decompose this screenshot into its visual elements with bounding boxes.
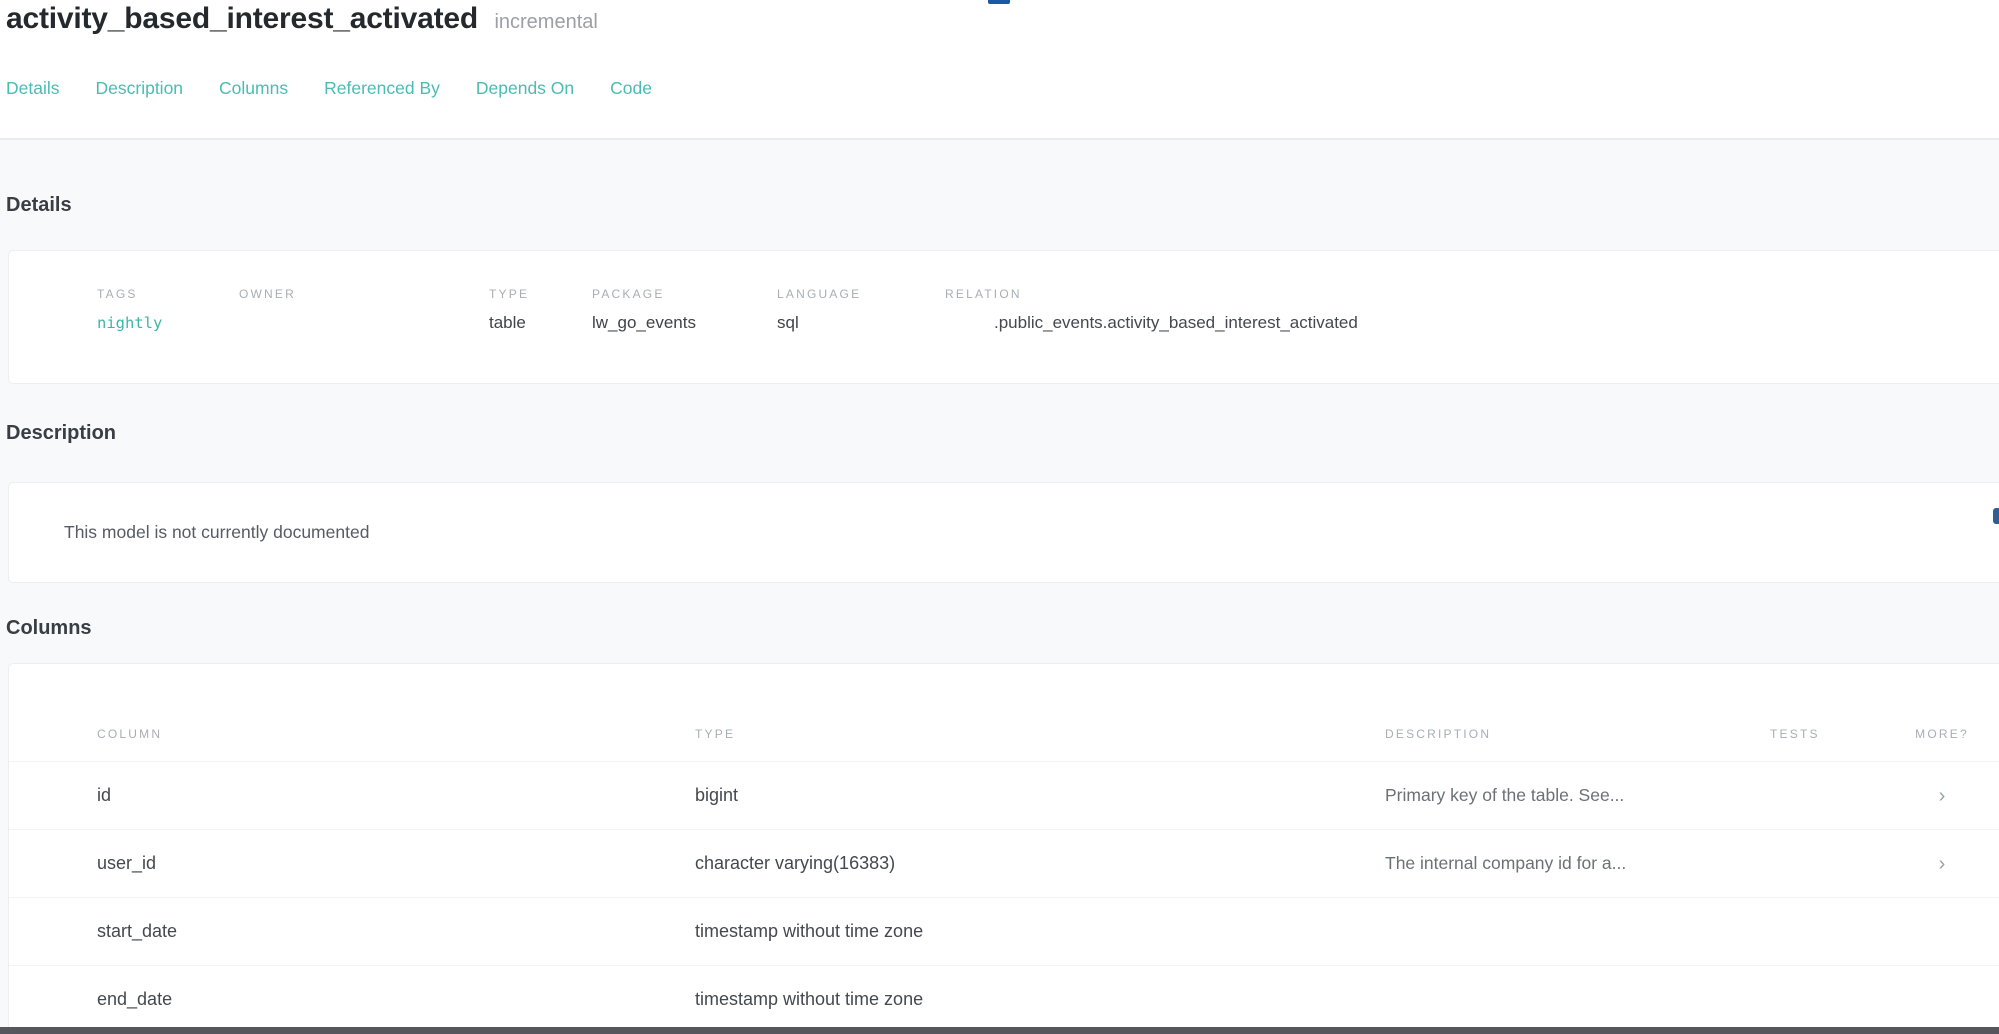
column-header-description: DESCRIPTION: [1385, 727, 1770, 741]
column-name-cell: user_id: [97, 853, 695, 874]
column-description-cell: Primary key of the table. See...: [1385, 785, 1770, 806]
column-header-more: MORE?: [1897, 727, 1987, 741]
language-value: sql: [777, 312, 945, 334]
description-card: This model is not currently documented: [8, 482, 1999, 583]
page-title: activity_based_interest_activated: [6, 2, 478, 35]
column-type-cell: bigint: [695, 785, 1385, 806]
column-header-type: TYPE: [695, 727, 1385, 741]
detail-field-tags: TAGS nightly: [97, 287, 239, 383]
relation-value: .public_events.activity_based_interest_a…: [945, 312, 1358, 334]
columns-card: COLUMN TYPE DESCRIPTION TESTS MORE? id b…: [8, 663, 1999, 1034]
column-header-column: COLUMN: [97, 727, 695, 741]
expand-chevron-icon[interactable]: ›: [1897, 854, 1987, 874]
details-card: TAGS nightly OWNER TYPE table PACKAGE lw…: [8, 250, 1999, 384]
tab-columns[interactable]: Columns: [219, 76, 288, 100]
type-label: TYPE: [489, 287, 592, 301]
materialization-badge: incremental: [494, 11, 597, 33]
table-row-start-date[interactable]: start_date timestamp without time zone: [9, 897, 1999, 965]
columns-table-header: COLUMN TYPE DESCRIPTION TESTS MORE?: [9, 664, 1999, 761]
page-header: activity_based_interest_activated increm…: [6, 0, 598, 38]
tag-nightly-link[interactable]: nightly: [97, 312, 239, 334]
expand-chevron-icon[interactable]: ›: [1897, 786, 1987, 806]
table-row-end-date[interactable]: end_date timestamp without time zone: [9, 965, 1999, 1033]
description-placeholder-text: This model is not currently documented: [64, 522, 369, 543]
tab-code[interactable]: Code: [610, 76, 652, 100]
column-description-cell: The internal company id for a...: [1385, 853, 1770, 874]
window-bottom-edge: [0, 1027, 1999, 1034]
tab-description[interactable]: Description: [96, 76, 184, 100]
tab-details[interactable]: Details: [6, 76, 60, 100]
detail-field-relation: RELATION .public_events.activity_based_i…: [945, 287, 1358, 383]
column-name-cell: id: [97, 785, 695, 806]
detail-field-owner: OWNER: [239, 287, 489, 383]
column-type-cell: timestamp without time zone: [695, 989, 1385, 1010]
tab-bar: Details Description Columns Referenced B…: [6, 76, 652, 100]
table-row-id[interactable]: id bigint Primary key of the table. See.…: [9, 761, 1999, 829]
columns-section-heading: Columns: [6, 617, 92, 640]
detail-field-package: PACKAGE lw_go_events: [592, 287, 777, 383]
relation-label: RELATION: [945, 287, 1358, 301]
package-label: PACKAGE: [592, 287, 777, 301]
tab-referenced-by[interactable]: Referenced By: [324, 76, 440, 100]
column-header-tests: TESTS: [1770, 727, 1897, 741]
tags-label: TAGS: [97, 287, 239, 301]
cropped-top-link: [988, 0, 1010, 4]
tab-depends-on[interactable]: Depends On: [476, 76, 574, 100]
column-name-cell: end_date: [97, 989, 695, 1010]
table-row-user-id[interactable]: user_id character varying(16383) The int…: [9, 829, 1999, 897]
cropped-edge-button[interactable]: [1993, 508, 1999, 524]
type-value: table: [489, 312, 592, 334]
column-name-cell: start_date: [97, 921, 695, 942]
description-section-heading: Description: [6, 422, 116, 445]
column-type-cell: timestamp without time zone: [695, 921, 1385, 942]
language-label: LANGUAGE: [777, 287, 945, 301]
package-value: lw_go_events: [592, 312, 777, 334]
details-section-heading: Details: [6, 194, 72, 217]
column-type-cell: character varying(16383): [695, 853, 1385, 874]
owner-label: OWNER: [239, 287, 489, 301]
detail-field-type: TYPE table: [489, 287, 592, 383]
detail-field-language: LANGUAGE sql: [777, 287, 945, 383]
